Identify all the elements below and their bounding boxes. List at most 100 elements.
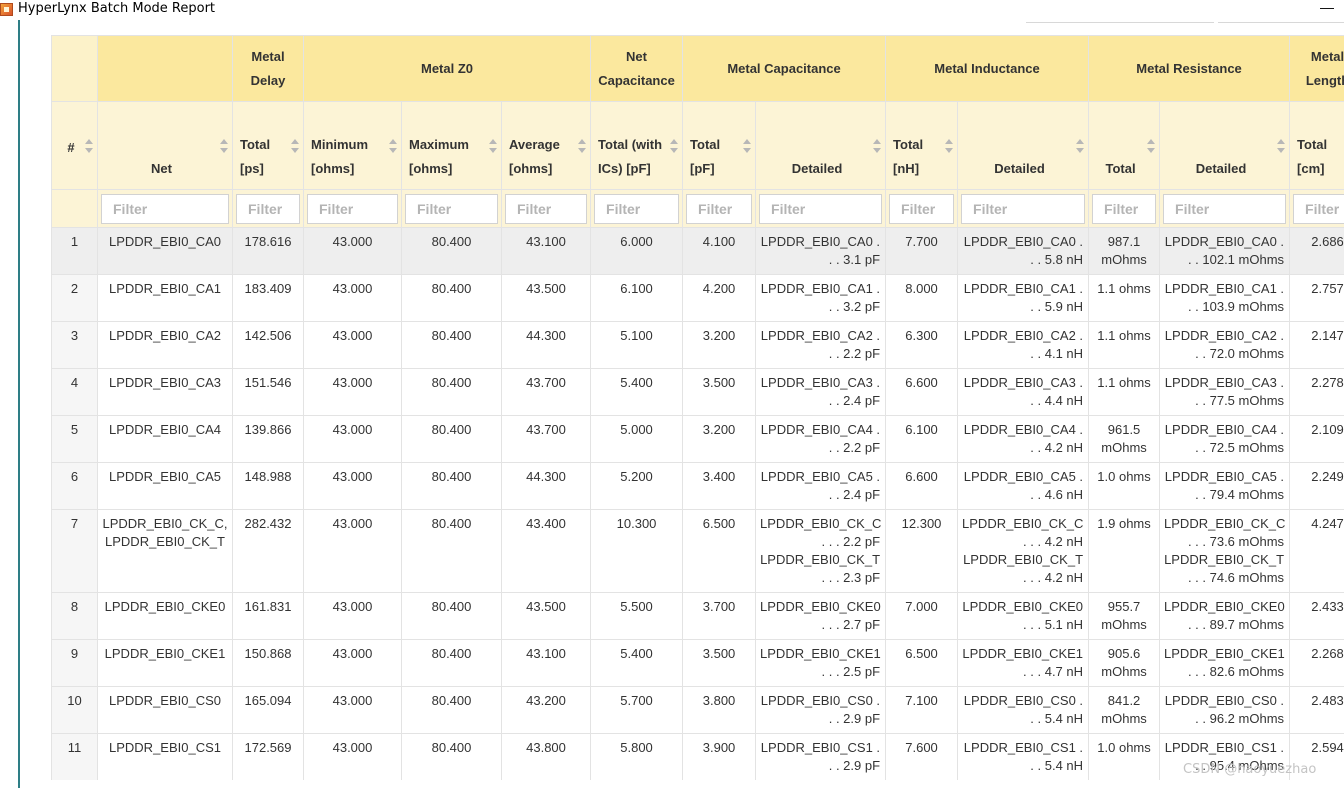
- resistance-detailed-cell: LPDDR_EBI0_CS0 . . . 96.2 mOhms: [1159, 686, 1291, 734]
- net-capacitance-cell: 5.200: [590, 462, 684, 510]
- sort-icon[interactable]: [489, 138, 497, 153]
- table-row[interactable]: 9 LPDDR_EBI0_CKE1 150.868 43.000 80.400 43.10…: [51, 639, 1344, 687]
- column-header-inductance-total[interactable]: Total [nH]: [885, 101, 959, 190]
- table-row[interactable]: 4 LPDDR_EBI0_CA3 151.546 43.000 80.400 43.700…: [51, 368, 1344, 416]
- row-number-cell: 1: [51, 227, 98, 275]
- table-row[interactable]: 10 LPDDR_EBI0_CS0 165.094 43.000 80.400 43.20…: [51, 686, 1344, 734]
- sort-icon[interactable]: [389, 138, 397, 153]
- report-table: Metal Delay Metal Z0 Net Capacitance Met…: [51, 35, 1344, 780]
- z0-maximum-cell: 80.400: [401, 415, 502, 463]
- column-label: Total: [1105, 161, 1136, 176]
- filter-input-resistance-total[interactable]: [1092, 193, 1157, 224]
- z0-average-cell: 43.500: [500, 592, 592, 640]
- sort-icon[interactable]: [670, 138, 679, 153]
- sort-icon[interactable]: [873, 138, 882, 153]
- sort-icon[interactable]: [1076, 138, 1085, 153]
- z0-maximum-cell: 80.400: [401, 509, 502, 593]
- filter-input-z0-average[interactable]: [505, 193, 588, 224]
- filter-input-length-total[interactable]: [1293, 193, 1344, 224]
- table-row[interactable]: 1 LPDDR_EBI0_CA0 178.616 43.000 80.400 43.100…: [51, 227, 1344, 275]
- table-body: 1 LPDDR_EBI0_CA0 178.616 43.000 80.400 43.100…: [51, 227, 1344, 780]
- filter-input-capacitance-detailed[interactable]: [759, 193, 883, 224]
- length-total-cell: 2.278: [1289, 368, 1344, 416]
- column-header-resistance-detailed[interactable]: Detailed: [1159, 101, 1291, 190]
- row-number-cell: 7: [51, 509, 98, 593]
- net-cell: LPDDR_EBI0_CS0: [97, 686, 233, 734]
- z0-average-cell: 43.800: [500, 733, 592, 780]
- column-header-net-capacitance-total[interactable]: Total (with ICs) [pF]: [590, 101, 684, 190]
- z0-minimum-cell: 43.000: [303, 462, 402, 510]
- column-header-inductance-detailed[interactable]: Detailed: [957, 101, 1090, 190]
- capacitance-detailed-cell: LPDDR_EBI0_CS1 . . . 2.9 pF: [755, 733, 887, 780]
- sort-icon[interactable]: [1277, 138, 1286, 153]
- capacitance-total-cell: 3.200: [682, 415, 757, 463]
- column-header-delay-total[interactable]: Total [ps]: [232, 101, 304, 190]
- sort-icon[interactable]: [85, 138, 93, 153]
- resistance-total-cell: 987.1 mOhms: [1088, 227, 1161, 275]
- report-table-container[interactable]: Metal Delay Metal Z0 Net Capacitance Met…: [51, 35, 1344, 780]
- table-row[interactable]: 2 LPDDR_EBI0_CA1 183.409 43.000 80.400 43.500…: [51, 274, 1344, 322]
- filter-input-capacitance-total[interactable]: [686, 193, 753, 224]
- sort-icon[interactable]: [743, 138, 752, 153]
- sort-icon[interactable]: [220, 138, 228, 153]
- resistance-detailed-cell: LPDDR_EBI0_CK_C . . . 73.6 mOhms LPDDR_E…: [1159, 509, 1291, 593]
- group-header-net: [97, 35, 233, 102]
- filter-input-z0-maximum[interactable]: [405, 193, 498, 224]
- column-header-length-total[interactable]: Total [cm]: [1289, 101, 1344, 190]
- column-header-net[interactable]: Net: [97, 101, 233, 190]
- z0-average-cell: 43.500: [500, 274, 592, 322]
- net-cell: LPDDR_EBI0_CA1: [97, 274, 233, 322]
- delay-total-cell: 183.409: [232, 274, 304, 322]
- filter-input-z0-minimum[interactable]: [307, 193, 398, 224]
- inductance-detailed-cell: LPDDR_EBI0_CA3 . . . 4.4 nH: [957, 368, 1090, 416]
- table-row[interactable]: 7 LPDDR_EBI0_CK_C, LPDDR_EBI0_CK_T 282.432…: [51, 509, 1344, 593]
- resistance-detailed-cell: LPDDR_EBI0_CA1 . . . 103.9 mOhms: [1159, 274, 1291, 322]
- column-label: Total (with ICs) [pF]: [598, 137, 663, 176]
- sort-icon[interactable]: [945, 138, 954, 153]
- column-header-z0-average[interactable]: Average [ohms]: [500, 101, 592, 190]
- table-row[interactable]: 5 LPDDR_EBI0_CA4 139.866 43.000 80.400 43.700…: [51, 415, 1344, 463]
- column-header-row: # Net Total [ps] Minimum [ohms] Maximum …: [51, 101, 1344, 190]
- filter-input-net-capacitance[interactable]: [594, 193, 680, 224]
- column-header-z0-maximum[interactable]: Maximum [ohms]: [401, 101, 502, 190]
- hyperlynx-app-icon: [0, 3, 13, 16]
- filter-cell-blank: [51, 189, 98, 228]
- column-header-resistance-total[interactable]: Total: [1088, 101, 1161, 190]
- column-label: Total [pF]: [690, 137, 721, 176]
- inductance-total-cell: 6.100: [885, 415, 959, 463]
- column-header-capacitance-total[interactable]: Total [pF]: [682, 101, 757, 190]
- net-capacitance-cell: 5.700: [590, 686, 684, 734]
- column-header-row-number[interactable]: #: [51, 101, 98, 190]
- inductance-detailed-cell: LPDDR_EBI0_CA5 . . . 4.6 nH: [957, 462, 1090, 510]
- filter-input-delay-total[interactable]: [236, 193, 300, 224]
- filter-input-inductance-total[interactable]: [889, 193, 955, 224]
- z0-minimum-cell: 43.000: [303, 274, 402, 322]
- net-cell: LPDDR_EBI0_CS1: [97, 733, 233, 780]
- z0-maximum-cell: 80.400: [401, 274, 502, 322]
- group-header-metal-z0: Metal Z0: [302, 35, 592, 102]
- sort-icon[interactable]: [1147, 138, 1156, 153]
- group-header-metal-inductance: Metal Inductance: [885, 35, 1090, 102]
- left-border: [18, 20, 20, 788]
- group-header-metal-length: Metal Length: [1289, 35, 1344, 102]
- column-header-z0-minimum[interactable]: Minimum [ohms]: [303, 101, 402, 190]
- sort-icon[interactable]: [578, 138, 587, 153]
- filter-input-net[interactable]: [101, 193, 229, 224]
- z0-average-cell: 44.300: [500, 462, 592, 510]
- sort-icon[interactable]: [291, 138, 299, 153]
- z0-average-cell: 43.100: [500, 227, 592, 275]
- filter-input-inductance-detailed[interactable]: [961, 193, 1086, 224]
- table-row[interactable]: 6 LPDDR_EBI0_CA5 148.988 43.000 80.400 44.300…: [51, 462, 1344, 510]
- table-row[interactable]: 11 LPDDR_EBI0_CS1 172.569 43.000 80.400 43.80…: [51, 733, 1344, 780]
- capacitance-total-cell: 3.500: [682, 368, 757, 416]
- capacitance-detailed-cell: LPDDR_EBI0_CKE0 . . . 2.7 pF: [755, 592, 887, 640]
- inductance-detailed-cell: LPDDR_EBI0_CK_C . . . 4.2 nH LPDDR_EBI0_…: [957, 509, 1090, 593]
- table-row[interactable]: 3 LPDDR_EBI0_CA2 142.506 43.000 80.400 44.300…: [51, 321, 1344, 369]
- z0-average-cell: 43.700: [500, 415, 592, 463]
- filter-input-resistance-detailed[interactable]: [1163, 193, 1287, 224]
- column-label: Total [ps]: [240, 137, 271, 176]
- row-number-cell: 4: [51, 368, 98, 416]
- minimize-button[interactable]: —: [1314, 0, 1340, 18]
- column-header-capacitance-detailed[interactable]: Detailed: [755, 101, 887, 190]
- table-row[interactable]: 8 LPDDR_EBI0_CKE0 161.831 43.000 80.400 43.50…: [51, 592, 1344, 640]
